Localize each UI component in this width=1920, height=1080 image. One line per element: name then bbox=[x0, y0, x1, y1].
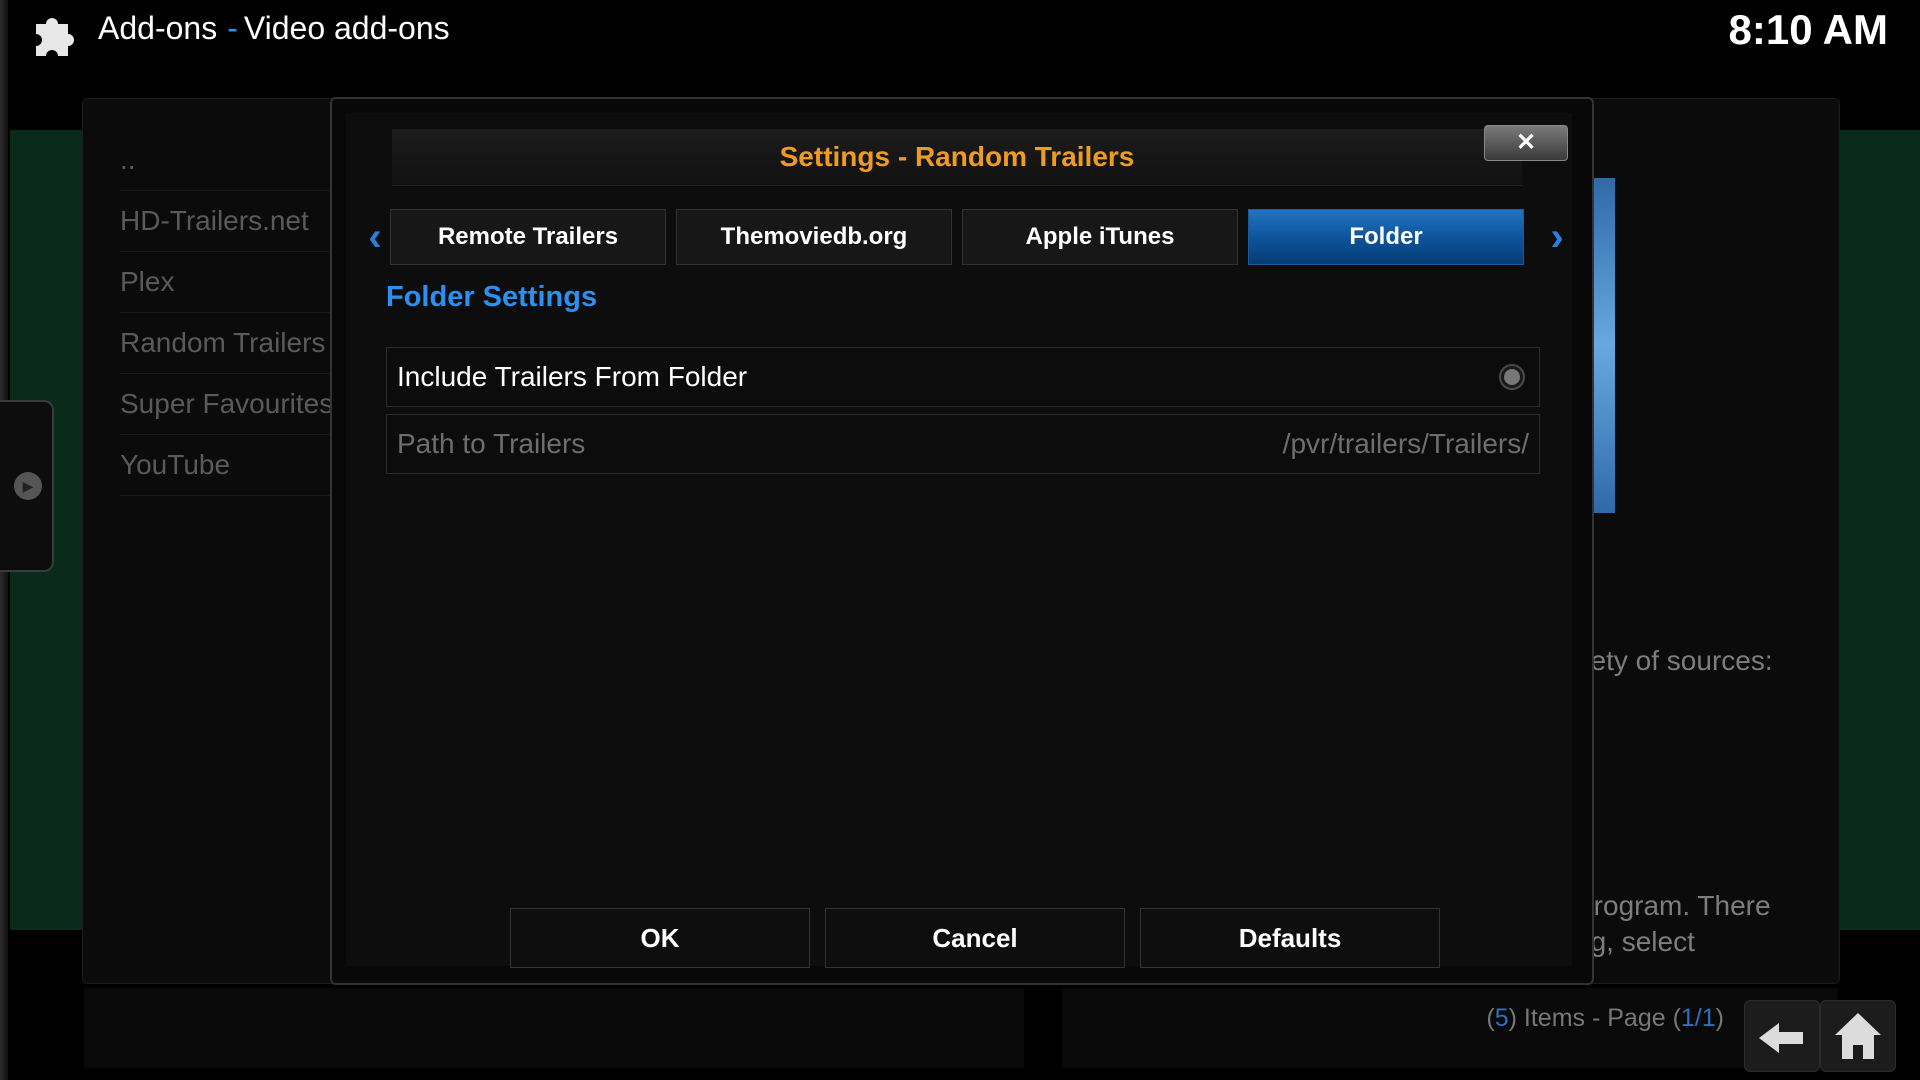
tab-apple-itunes[interactable]: Apple iTunes bbox=[962, 209, 1238, 265]
addon-description-line1: riety of sources: bbox=[1575, 645, 1773, 676]
addon-description-line3: ng, select bbox=[1575, 926, 1695, 957]
addon-list: .. HD-Trailers.net Plex Random Trailers … bbox=[120, 130, 340, 496]
items-open-paren: ( bbox=[1486, 1004, 1495, 1032]
dialog-title-bar: Settings - Random Trailers bbox=[392, 129, 1522, 186]
tab-themoviedb[interactable]: Themoviedb.org bbox=[676, 209, 952, 265]
side-menu-tab[interactable]: ▶ bbox=[0, 400, 54, 572]
settings-dialog: Settings - Random Trailers ✕ ‹ Remote Tr… bbox=[330, 97, 1594, 985]
breadcrumb: Add-ons - Video add-ons bbox=[98, 10, 450, 47]
setting-label: Include Trailers From Folder bbox=[397, 361, 748, 392]
item-count: 5 bbox=[1494, 1004, 1509, 1032]
items-page-info: (5) Items - Page (1/1) bbox=[1486, 1004, 1724, 1033]
footer-left-panel bbox=[84, 988, 1024, 1068]
radio-toggle[interactable] bbox=[1499, 364, 1525, 390]
list-item-hd-trailers[interactable]: HD-Trailers.net bbox=[120, 191, 340, 252]
setting-label: Path to Trailers bbox=[397, 428, 586, 459]
cancel-button[interactable]: Cancel bbox=[825, 908, 1125, 968]
back-button[interactable] bbox=[1744, 1000, 1820, 1072]
close-icon: ✕ bbox=[1515, 129, 1537, 156]
play-circle-icon: ▶ bbox=[14, 472, 42, 500]
clock: 8:10 AM bbox=[1728, 6, 1889, 53]
ok-button[interactable]: OK bbox=[510, 908, 810, 968]
puzzle-piece-icon bbox=[36, 18, 74, 56]
setting-path-to-trailers[interactable]: Path to Trailers /pvr/trailers/Trailers/ bbox=[386, 414, 1540, 474]
home-button[interactable] bbox=[1820, 1000, 1896, 1072]
tab-remote-trailers[interactable]: Remote Trailers bbox=[390, 209, 666, 265]
close-button[interactable]: ✕ bbox=[1484, 125, 1568, 161]
addon-description-line2: Program. There bbox=[1575, 890, 1771, 921]
items-label: ) Items - Page ( bbox=[1508, 1004, 1681, 1032]
back-arrow-icon bbox=[1759, 1023, 1803, 1053]
setting-include-trailers-from-folder[interactable]: Include Trailers From Folder bbox=[386, 347, 1540, 407]
chevron-left-icon[interactable]: ‹ bbox=[360, 217, 390, 257]
breadcrumb-separator: - bbox=[227, 10, 238, 46]
section-heading: Folder Settings bbox=[386, 281, 598, 313]
list-item-youtube[interactable]: YouTube bbox=[120, 435, 340, 496]
setting-value: /pvr/trailers/Trailers/ bbox=[1282, 428, 1529, 459]
list-item-parent[interactable]: .. bbox=[120, 130, 340, 191]
breadcrumb-subsection: Video add-ons bbox=[243, 10, 450, 46]
chevron-right-icon[interactable]: › bbox=[1542, 217, 1572, 257]
page-number: 1/1 bbox=[1680, 1004, 1716, 1032]
top-bar: Add-ons - Video add-ons 8:10 AM bbox=[0, 0, 1920, 70]
list-item-super-favourites[interactable]: Super Favourites bbox=[120, 374, 340, 435]
settings-dialog-body: Settings - Random Trailers ✕ ‹ Remote Tr… bbox=[346, 113, 1572, 968]
breadcrumb-section: Add-ons bbox=[98, 10, 218, 46]
addon-description-tail: Program. There ng, select bbox=[1575, 888, 1771, 960]
defaults-button[interactable]: Defaults bbox=[1140, 908, 1440, 968]
list-item-random-trailers[interactable]: Random Trailers bbox=[120, 313, 340, 374]
home-icon bbox=[1835, 1013, 1881, 1059]
items-close-paren: ) bbox=[1715, 1004, 1724, 1032]
dialog-title: Settings - Random Trailers bbox=[779, 141, 1135, 172]
tab-folder[interactable]: Folder bbox=[1248, 209, 1524, 265]
list-item-plex[interactable]: Plex bbox=[120, 252, 340, 313]
